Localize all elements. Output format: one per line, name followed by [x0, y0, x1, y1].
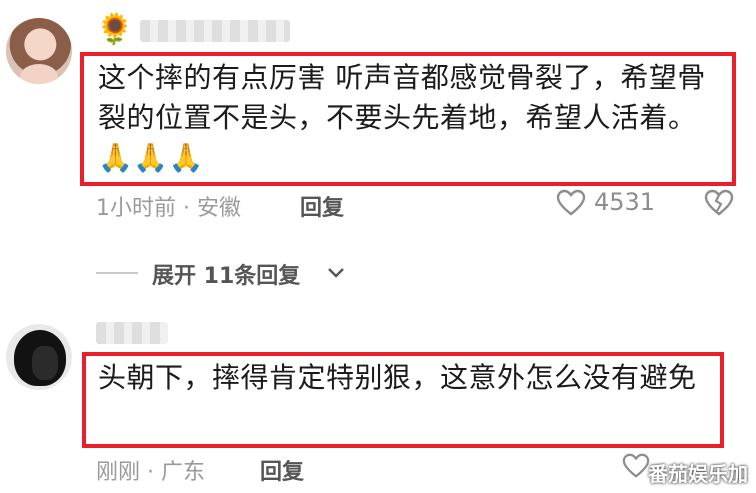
- username-blurred[interactable]: [140, 20, 290, 42]
- avatar-face: [32, 346, 58, 380]
- chevron-down-icon[interactable]: [326, 262, 346, 286]
- comment-text: 这个摔的有点厉害 听声音都感觉骨裂了，希望骨裂的位置不是头，不要头先着地，希望人…: [98, 61, 706, 174]
- like-count: 4531: [594, 188, 656, 216]
- reply-button[interactable]: 回复: [300, 190, 344, 222]
- avatar[interactable]: [6, 18, 72, 84]
- watermark: 番茄娱乐加: [648, 462, 748, 486]
- username-emoji: 🌻: [96, 12, 134, 47]
- username-blurred[interactable]: [96, 322, 168, 344]
- comment-highlight-box: 头朝下，摔得肯定特别狠，这意外怎么没有避免: [82, 352, 724, 448]
- expand-divider: [96, 272, 138, 274]
- avatar-figure: [20, 64, 58, 84]
- reply-button[interactable]: 回复: [260, 454, 304, 486]
- comment-meta: 刚刚 · 广东: [96, 460, 205, 485]
- comment-text: 头朝下，摔得肯定特别狠，这意外怎么没有避免: [98, 361, 697, 394]
- expand-replies-button[interactable]: 展开 11条回复: [152, 258, 300, 290]
- avatar[interactable]: [6, 324, 72, 390]
- comment-meta: 1小时前 · 安徽: [96, 196, 241, 221]
- broken-heart-icon[interactable]: [704, 188, 734, 222]
- heart-outline-icon[interactable]: [556, 188, 586, 222]
- comment-highlight-box: 这个摔的有点厉害 听声音都感觉骨裂了，希望骨裂的位置不是头，不要头先着地，希望人…: [80, 52, 736, 186]
- heart-outline-icon[interactable]: [622, 452, 650, 484]
